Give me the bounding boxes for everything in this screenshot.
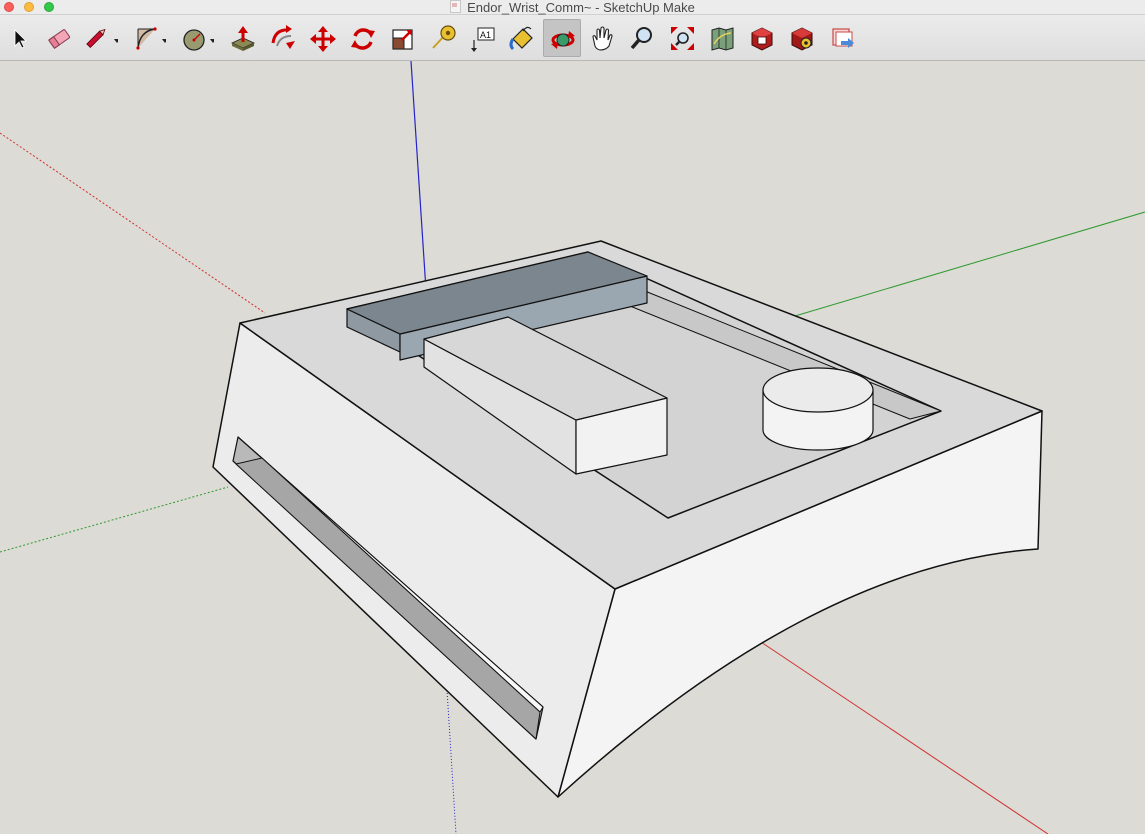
main-toolbar: A1 <box>0 15 1145 61</box>
rotate-tool-button[interactable] <box>344 19 382 57</box>
text-icon: A1 <box>471 27 495 52</box>
extension-warehouse-icon <box>791 27 813 51</box>
rotate-icon <box>351 28 375 50</box>
wrist-comm-model[interactable] <box>212 240 1043 798</box>
orbit-tool-button[interactable] <box>543 19 581 57</box>
title-bar: Endor_Wrist_Comm~ - SketchUp Make <box>0 0 1145 15</box>
zoom-extents-icon <box>671 27 694 50</box>
push-pull-tool-button[interactable] <box>224 19 262 57</box>
send-to-layout-icon <box>832 28 854 48</box>
follow-me-icon <box>271 25 295 49</box>
blue-axis-positive <box>410 61 427 291</box>
cylinder-top[interactable] <box>762 367 874 413</box>
tape-measure-tool-button[interactable] <box>424 19 462 57</box>
scale-tool-button[interactable] <box>384 19 422 57</box>
eraser-icon <box>48 29 70 49</box>
orbit-icon <box>551 31 575 49</box>
arc-tool-button[interactable] <box>128 19 166 57</box>
zoom-extents-tool-button[interactable] <box>663 19 701 57</box>
red-axis-positive <box>757 639 1049 834</box>
circle-icon <box>183 29 214 51</box>
zoom-icon <box>630 27 652 50</box>
text-tool-label: A1 <box>480 30 491 40</box>
arc-icon <box>136 27 166 50</box>
send-to-layout-tool-button[interactable] <box>823 19 861 57</box>
pencil-icon <box>86 28 118 49</box>
paint-bucket-icon <box>509 26 533 51</box>
document-icon <box>450 0 462 13</box>
select-icon <box>14 29 27 49</box>
green-axis-negative <box>0 486 229 553</box>
tape-measure-icon <box>432 25 456 49</box>
pan-hand-icon <box>592 26 613 51</box>
add-location-tool-button[interactable] <box>703 19 741 57</box>
red-axis-negative <box>0 132 266 314</box>
scale-icon <box>392 29 413 50</box>
green-axis-positive <box>794 211 1145 317</box>
line-tool-button[interactable] <box>80 19 118 57</box>
blue-axis-negative <box>446 689 457 834</box>
model-viewport[interactable] <box>0 61 1145 834</box>
eraser-tool-button[interactable] <box>40 19 78 57</box>
select-tool-button[interactable] <box>0 19 38 57</box>
warehouse-icon <box>751 27 773 51</box>
extension-warehouse-tool-button[interactable] <box>783 19 821 57</box>
3d-warehouse-tool-button[interactable] <box>743 19 781 57</box>
move-icon <box>310 26 336 52</box>
text-tool-button[interactable]: A1 <box>464 19 502 57</box>
paint-bucket-tool-button[interactable] <box>503 19 541 57</box>
pan-tool-button[interactable] <box>583 19 621 57</box>
push-pull-icon <box>231 26 255 51</box>
map-icon <box>711 27 734 51</box>
zoom-tool-button[interactable] <box>623 19 661 57</box>
follow-me-tool-button[interactable] <box>264 19 302 57</box>
window-title: Endor_Wrist_Comm~ - SketchUp Make <box>0 0 1145 15</box>
move-tool-button[interactable] <box>304 19 342 57</box>
circle-tool-button[interactable] <box>176 19 214 57</box>
model-canvas[interactable] <box>0 61 1145 834</box>
window-title-text: Endor_Wrist_Comm~ - SketchUp Make <box>467 0 695 15</box>
